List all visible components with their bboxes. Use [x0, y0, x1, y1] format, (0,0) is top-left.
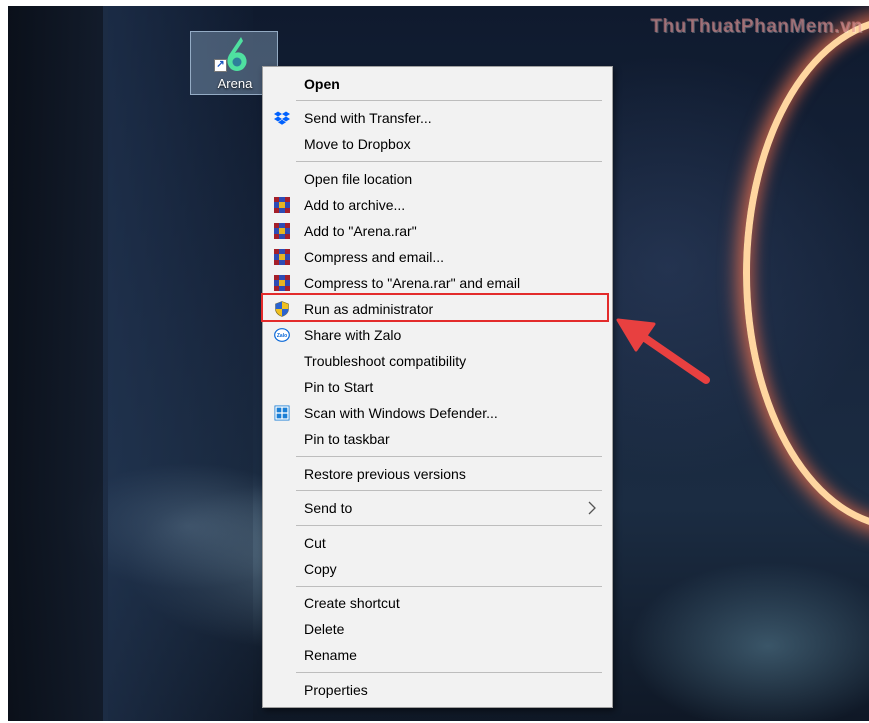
menu-item-label: Open file location [304, 171, 413, 187]
menu-item-open[interactable]: Open [265, 71, 610, 97]
menu-item-label: Pin to Start [304, 379, 374, 395]
menu-item-create-shortcut[interactable]: Create shortcut [265, 590, 610, 616]
menu-item-send-with-transfer[interactable]: Send with Transfer... [265, 105, 610, 131]
highlight-box-run-as-administrator [261, 293, 609, 322]
menu-item-label: Open [304, 76, 340, 92]
zalo-icon: Zalo [274, 328, 290, 342]
menu-item-label: Add to archive... [304, 197, 406, 213]
menu-separator [296, 525, 602, 526]
menu-separator [296, 456, 602, 457]
wallpaper-rock [8, 6, 108, 721]
menu-item-rename[interactable]: Rename [265, 642, 610, 668]
winrar-icon [274, 275, 290, 291]
menu-item-pin-to-start[interactable]: Pin to Start [265, 374, 610, 400]
menu-item-label: Pin to taskbar [304, 431, 390, 447]
menu-item-pin-to-taskbar[interactable]: Pin to taskbar [265, 426, 610, 452]
menu-separator [296, 672, 602, 673]
menu-item-add-to-arena-rar[interactable]: Add to "Arena.rar" [265, 218, 610, 244]
menu-item-copy[interactable]: Copy [265, 556, 610, 582]
menu-item-label: Send to [304, 500, 353, 516]
menu-item-delete[interactable]: Delete [265, 616, 610, 642]
menu-item-properties[interactable]: Properties [265, 677, 610, 703]
menu-item-move-to-dropbox[interactable]: Move to Dropbox [265, 131, 610, 157]
menu-separator [296, 586, 602, 587]
annotation-arrow-icon [616, 318, 710, 384]
menu-item-label: Cut [304, 535, 326, 551]
menu-separator [296, 490, 602, 491]
menu-item-label: Compress and email... [304, 249, 445, 265]
menu-item-share-with-zalo[interactable]: Zalo Share with Zalo [265, 322, 610, 348]
menu-item-label: Create shortcut [304, 595, 400, 611]
menu-item-label: Scan with Windows Defender... [304, 405, 498, 421]
winrar-icon [274, 223, 290, 239]
watermark: ThuThuatPhanMem.vn [650, 16, 863, 37]
menu-item-cut[interactable]: Cut [265, 530, 610, 556]
wallpaper-pillar [103, 6, 253, 721]
menu-item-label: Add to "Arena.rar" [304, 223, 417, 239]
menu-item-send-to[interactable]: Send to [265, 495, 610, 521]
menu-item-label: Delete [304, 621, 345, 637]
menu-item-restore-previous-versions[interactable]: Restore previous versions [265, 461, 610, 487]
menu-item-label: Move to Dropbox [304, 136, 411, 152]
menu-item-scan-with-windows-defender[interactable]: Scan with Windows Defender... [265, 400, 610, 426]
menu-item-add-to-archive[interactable]: Add to archive... [265, 192, 610, 218]
winrar-icon [274, 249, 290, 265]
wallpaper-glowing-ring [743, 16, 869, 530]
winrar-icon [274, 197, 290, 213]
menu-item-label: Rename [304, 647, 357, 663]
menu-item-label: Copy [304, 561, 337, 577]
menu-item-label: Share with Zalo [304, 327, 402, 343]
shortcut-arrow-icon: ↗ [214, 59, 227, 72]
menu-separator [296, 100, 602, 101]
menu-item-open-file-location[interactable]: Open file location [265, 166, 610, 192]
menu-item-troubleshoot-compatibility[interactable]: Troubleshoot compatibility [265, 348, 610, 374]
menu-item-label: Restore previous versions [304, 466, 466, 482]
context-menu: Open Send with Transfer... Move to Dropb… [262, 66, 613, 708]
zalo-icon-text: Zalo [277, 333, 287, 339]
menu-item-label: Troubleshoot compatibility [304, 353, 467, 369]
chevron-right-icon [588, 501, 596, 515]
menu-item-label: Properties [304, 682, 368, 698]
windows-defender-icon [274, 405, 290, 421]
menu-separator [296, 161, 602, 162]
menu-item-label: Send with Transfer... [304, 110, 432, 126]
dropbox-icon [274, 111, 290, 125]
menu-item-compress-and-email[interactable]: Compress and email... [265, 244, 610, 270]
